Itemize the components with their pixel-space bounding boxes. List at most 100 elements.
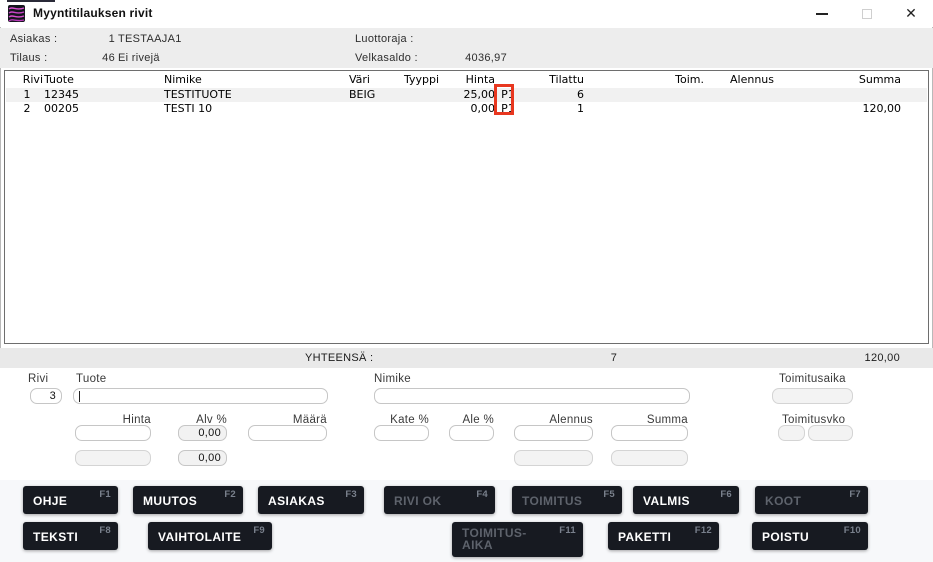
cell-vari: BEIG bbox=[349, 88, 401, 102]
nimike-input[interactable] bbox=[374, 388, 690, 404]
minimize-icon bbox=[816, 13, 828, 15]
total-label: YHTEENSÄ : bbox=[305, 351, 373, 365]
close-icon: ✕ bbox=[905, 5, 917, 22]
close-button[interactable]: ✕ bbox=[894, 0, 928, 27]
fkey-label: F5 bbox=[603, 489, 615, 500]
koot-button: KOOTF7 bbox=[755, 486, 868, 514]
maximize-button[interactable] bbox=[850, 0, 884, 27]
col-header-nimike: Nimike bbox=[164, 73, 344, 87]
toimitus-button: TOIMITUSF5 bbox=[512, 486, 622, 514]
nimike-label: Nimike bbox=[374, 373, 411, 385]
summa-input[interactable] bbox=[611, 425, 688, 441]
col-header-vari: Väri bbox=[349, 73, 401, 87]
cell-hinta: 25,00 bbox=[420, 88, 495, 102]
tilaus-number: 46 bbox=[60, 52, 115, 65]
fkey-label: F1 bbox=[99, 489, 111, 500]
summa-input-2 bbox=[611, 450, 688, 466]
velkasaldo-value: 4036,97 bbox=[420, 52, 507, 65]
app-window: Myyntitilauksen rivit ✕ Asiakas : 1 TEST… bbox=[0, 0, 933, 562]
vaihtolaite-button[interactable]: VAIHTOLAITEF9 bbox=[148, 522, 272, 550]
order-info-band: Asiakas : 1 TESTAAJA1 Luottoraja : Tilau… bbox=[0, 28, 933, 68]
hinta-input[interactable] bbox=[75, 425, 151, 441]
cell-tilattu: 1 bbox=[524, 102, 584, 116]
fkey-label: F8 bbox=[99, 525, 111, 536]
total-sum: 120,00 bbox=[820, 351, 900, 365]
table-header-row: Rivi Tuote Nimike Väri Tyyppi Hinta Tila… bbox=[5, 73, 928, 87]
annotation-highlight-box bbox=[494, 84, 514, 115]
fkey-label: F2 bbox=[224, 489, 236, 500]
teksti-button[interactable]: TEKSTIF8 bbox=[23, 522, 118, 550]
cell-summa bbox=[821, 88, 901, 102]
fkey-label: F11 bbox=[559, 525, 576, 536]
line-entry-form: Rivi Tuote Nimike Toimitusaika 3 Hinta A… bbox=[0, 368, 933, 480]
asiakas-button[interactable]: ASIAKASF3 bbox=[258, 486, 364, 514]
title-bar: Myyntitilauksen rivit ✕ bbox=[0, 0, 933, 27]
toimitusaika-input bbox=[772, 388, 853, 404]
poistu-button[interactable]: POISTUF10 bbox=[752, 522, 868, 550]
tilaus-label: Tilaus : bbox=[10, 52, 47, 65]
cell-vari bbox=[349, 102, 401, 116]
cell-rivi: 2 bbox=[15, 102, 39, 116]
paketti-button[interactable]: PAKETTIF12 bbox=[608, 522, 719, 550]
kate-input[interactable] bbox=[374, 425, 429, 441]
fkey-label: F12 bbox=[695, 525, 712, 536]
valmis-button[interactable]: VALMISF6 bbox=[633, 486, 739, 514]
col-header-tuote: Tuote bbox=[44, 73, 154, 87]
background-artifact bbox=[7, 0, 55, 2]
muutos-button[interactable]: MUUTOSF2 bbox=[133, 486, 243, 514]
alv-input[interactable]: 0,00 bbox=[178, 425, 227, 441]
hinta-input-2 bbox=[75, 450, 151, 466]
totals-band: YHTEENSÄ : 7 120,00 bbox=[0, 348, 933, 368]
toimitusaika-label: Toimitusaika bbox=[779, 373, 846, 385]
toimitusvko-input-1 bbox=[778, 425, 805, 441]
table-row[interactable]: 2 00205 TESTI 10 0,00 P1 1 120,00 bbox=[5, 102, 928, 116]
velkasaldo-label: Velkasaldo : bbox=[355, 52, 418, 65]
asiakas-name: TESTAAJA1 bbox=[118, 33, 182, 46]
asiakas-number: 1 bbox=[60, 33, 115, 46]
app-logo-icon bbox=[8, 5, 25, 22]
luottoraja-label: Luottoraja : bbox=[355, 33, 414, 46]
alennus-input[interactable] bbox=[514, 425, 593, 441]
rivi-ok-button: RIVI OKF4 bbox=[384, 486, 495, 514]
toimitusvko-input-2 bbox=[808, 425, 853, 441]
rivi-label: Rivi bbox=[28, 373, 48, 385]
fkey-label: F9 bbox=[253, 525, 265, 536]
col-header-rivi: Rivi bbox=[15, 73, 43, 87]
text-cursor bbox=[79, 391, 80, 402]
fkey-label: F3 bbox=[345, 489, 357, 500]
table-row[interactable]: 1 12345 TESTITUOTE BEIG 25,00 P1 6 bbox=[5, 88, 928, 102]
col-header-alennus: Alennus bbox=[694, 73, 774, 87]
minimize-button[interactable] bbox=[805, 0, 839, 27]
fkey-label: F6 bbox=[720, 489, 732, 500]
function-button-bar: OHJEF1 MUUTOSF2 ASIAKASF3 RIVI OKF4 TOIM… bbox=[0, 480, 933, 562]
cell-nimike: TESTI 10 bbox=[164, 102, 344, 116]
cell-tuote: 00205 bbox=[44, 102, 154, 116]
luottoraja-value bbox=[420, 33, 507, 46]
col-header-hinta: Hinta bbox=[420, 73, 495, 87]
cell-tuote: 12345 bbox=[44, 88, 154, 102]
col-header-summa: Summa bbox=[821, 73, 901, 87]
order-lines-table: Rivi Tuote Nimike Väri Tyyppi Hinta Tila… bbox=[4, 70, 929, 344]
window-title: Myyntitilauksen rivit bbox=[33, 6, 153, 20]
total-quantity: 7 bbox=[588, 351, 640, 365]
alennus-input-2 bbox=[514, 450, 593, 466]
tuote-input[interactable] bbox=[73, 388, 328, 404]
tilaus-info: Ei rivejä bbox=[118, 52, 160, 65]
tuote-label: Tuote bbox=[76, 373, 106, 385]
cell-hinta: 0,00 bbox=[420, 102, 495, 116]
alv-input-2[interactable]: 0,00 bbox=[178, 450, 227, 466]
rivi-input[interactable]: 3 bbox=[30, 388, 62, 404]
maara-input[interactable] bbox=[248, 425, 327, 441]
asiakas-label: Asiakas : bbox=[10, 33, 57, 46]
fkey-label: F10 bbox=[844, 525, 861, 536]
ohje-button[interactable]: OHJEF1 bbox=[23, 486, 118, 514]
ale-input[interactable] bbox=[449, 425, 494, 441]
cell-nimike: TESTITUOTE bbox=[164, 88, 344, 102]
cell-tilattu: 6 bbox=[524, 88, 584, 102]
toimitusaika-button: TOIMITUS-AIKAF11 bbox=[452, 522, 583, 557]
fkey-label: F7 bbox=[849, 489, 861, 500]
col-header-tilattu: Tilattu bbox=[524, 73, 584, 87]
maximize-icon bbox=[862, 9, 872, 19]
fkey-label: F4 bbox=[476, 489, 488, 500]
cell-rivi: 1 bbox=[15, 88, 39, 102]
